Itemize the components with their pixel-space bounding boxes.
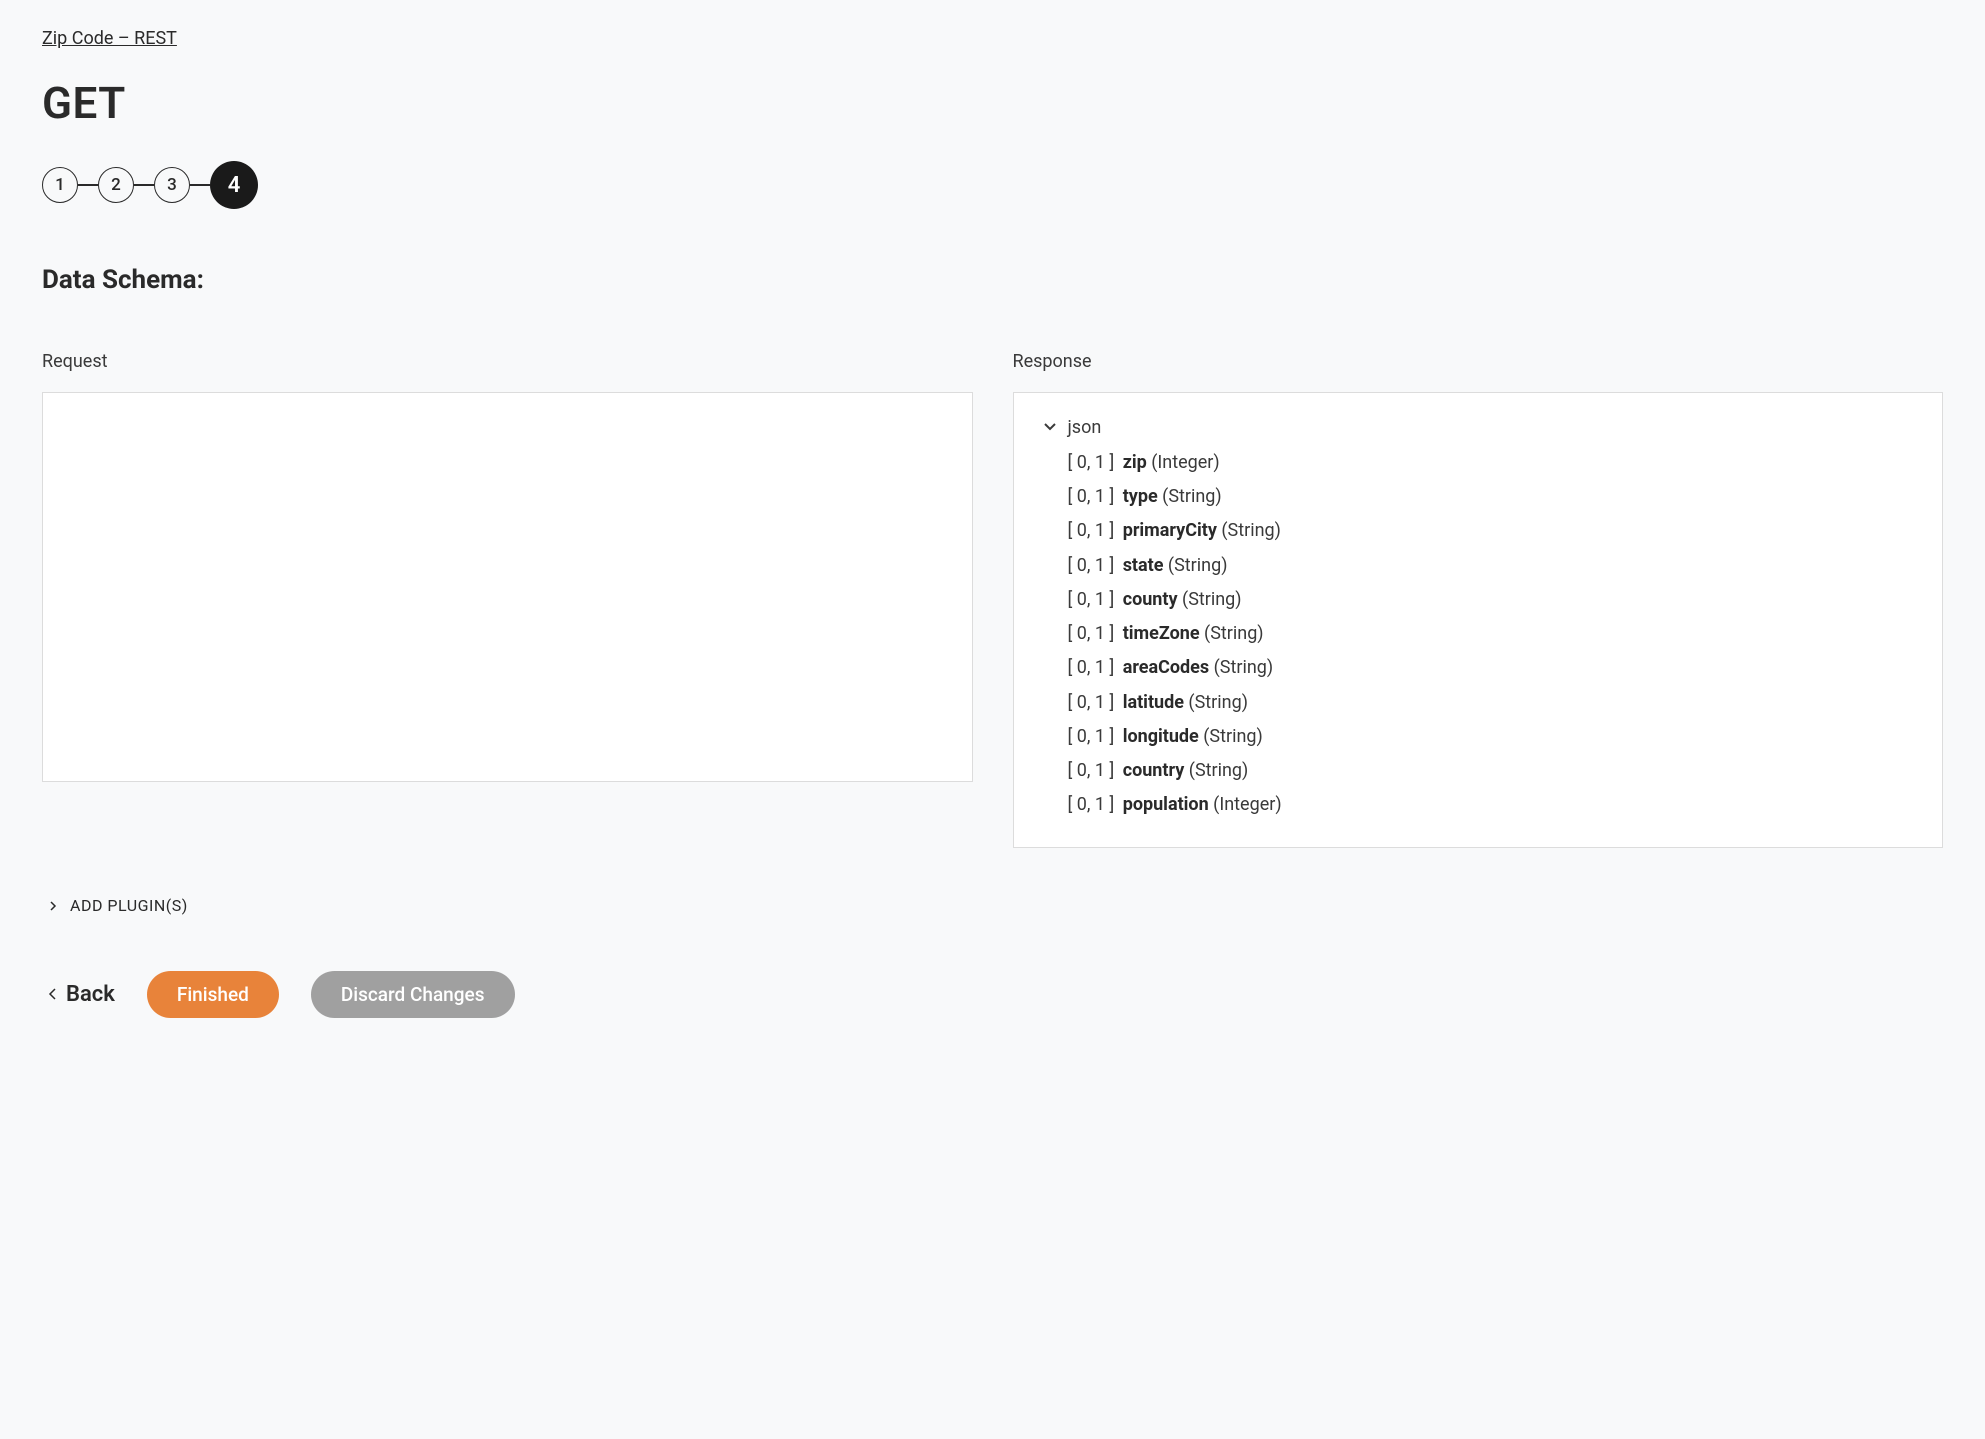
field-name: timeZone <box>1123 623 1200 644</box>
response-tree-root[interactable]: json <box>1042 417 1915 438</box>
breadcrumb[interactable]: Zip Code – REST <box>42 28 177 49</box>
response-field[interactable]: [ 0, 1 ] primaryCity (String) <box>1068 514 1915 548</box>
step-connector <box>78 184 98 186</box>
step-4[interactable]: 4 <box>210 161 258 209</box>
step-3[interactable]: 3 <box>154 167 190 203</box>
field-type: (String) <box>1178 589 1242 610</box>
field-type: (String) <box>1158 486 1222 507</box>
request-column: Request <box>42 351 973 848</box>
request-label: Request <box>42 351 973 372</box>
stepper: 1 2 3 4 <box>42 161 1943 209</box>
response-field[interactable]: [ 0, 1 ] longitude (String) <box>1068 720 1915 754</box>
field-cardinality: [ 0, 1 ] <box>1068 692 1119 713</box>
response-field[interactable]: [ 0, 1 ] county (String) <box>1068 583 1915 617</box>
field-cardinality: [ 0, 1 ] <box>1068 657 1119 678</box>
field-cardinality: [ 0, 1 ] <box>1068 486 1119 507</box>
field-cardinality: [ 0, 1 ] <box>1068 760 1119 781</box>
response-column: Response json [ 0, 1 ] zip (Integer)[ 0,… <box>1013 351 1944 848</box>
field-name: latitude <box>1123 692 1184 713</box>
response-box: json [ 0, 1 ] zip (Integer)[ 0, 1 ] type… <box>1013 392 1944 848</box>
schema-row: Request Response json [ 0, 1 ] zip (Inte… <box>42 351 1943 848</box>
field-type: (String) <box>1163 555 1227 576</box>
field-cardinality: [ 0, 1 ] <box>1068 520 1119 541</box>
field-cardinality: [ 0, 1 ] <box>1068 452 1119 473</box>
field-name: state <box>1123 555 1164 576</box>
field-name: zip <box>1123 452 1147 473</box>
field-name: longitude <box>1123 726 1199 747</box>
chevron-left-icon <box>48 982 58 1007</box>
field-name: population <box>1123 794 1209 815</box>
field-name: areaCodes <box>1123 657 1209 678</box>
field-name: primaryCity <box>1123 520 1217 541</box>
field-type: (Integer) <box>1209 794 1282 815</box>
field-cardinality: [ 0, 1 ] <box>1068 794 1119 815</box>
section-title: Data Schema: <box>42 265 1943 295</box>
finished-button[interactable]: Finished <box>147 971 279 1018</box>
chevron-down-icon <box>1042 418 1058 438</box>
field-cardinality: [ 0, 1 ] <box>1068 726 1119 747</box>
response-tree-children: [ 0, 1 ] zip (Integer)[ 0, 1 ] type (Str… <box>1042 446 1915 823</box>
response-field[interactable]: [ 0, 1 ] type (String) <box>1068 480 1915 514</box>
discard-button[interactable]: Discard Changes <box>311 971 515 1018</box>
field-type: (String) <box>1209 657 1273 678</box>
field-type: (String) <box>1184 692 1248 713</box>
field-cardinality: [ 0, 1 ] <box>1068 555 1119 576</box>
field-type: (String) <box>1217 520 1281 541</box>
chevron-right-icon <box>48 896 58 915</box>
step-connector <box>190 184 210 186</box>
field-name: type <box>1123 486 1158 507</box>
step-2[interactable]: 2 <box>98 167 134 203</box>
response-field[interactable]: [ 0, 1 ] timeZone (String) <box>1068 617 1915 651</box>
back-button[interactable]: Back <box>42 982 115 1007</box>
field-name: county <box>1123 589 1178 610</box>
field-type: (String) <box>1200 623 1264 644</box>
field-type: (String) <box>1184 760 1248 781</box>
response-field[interactable]: [ 0, 1 ] population (Integer) <box>1068 788 1915 822</box>
field-type: (Integer) <box>1147 452 1220 473</box>
response-label: Response <box>1013 351 1944 372</box>
field-cardinality: [ 0, 1 ] <box>1068 589 1119 610</box>
step-1[interactable]: 1 <box>42 167 78 203</box>
response-field[interactable]: [ 0, 1 ] latitude (String) <box>1068 686 1915 720</box>
field-name: country <box>1123 760 1185 781</box>
request-box <box>42 392 973 782</box>
step-connector <box>134 184 154 186</box>
response-field[interactable]: [ 0, 1 ] country (String) <box>1068 754 1915 788</box>
field-type: (String) <box>1199 726 1263 747</box>
response-field[interactable]: [ 0, 1 ] zip (Integer) <box>1068 446 1915 480</box>
add-plugins[interactable]: ADD PLUGIN(S) <box>42 896 1943 915</box>
field-cardinality: [ 0, 1 ] <box>1068 623 1119 644</box>
page-title: GET <box>42 77 1943 129</box>
add-plugins-label: ADD PLUGIN(S) <box>70 896 188 915</box>
back-label: Back <box>66 982 115 1007</box>
button-row: Back Finished Discard Changes <box>42 971 1943 1018</box>
response-field[interactable]: [ 0, 1 ] areaCodes (String) <box>1068 651 1915 685</box>
response-tree-root-label: json <box>1068 417 1102 438</box>
response-field[interactable]: [ 0, 1 ] state (String) <box>1068 549 1915 583</box>
